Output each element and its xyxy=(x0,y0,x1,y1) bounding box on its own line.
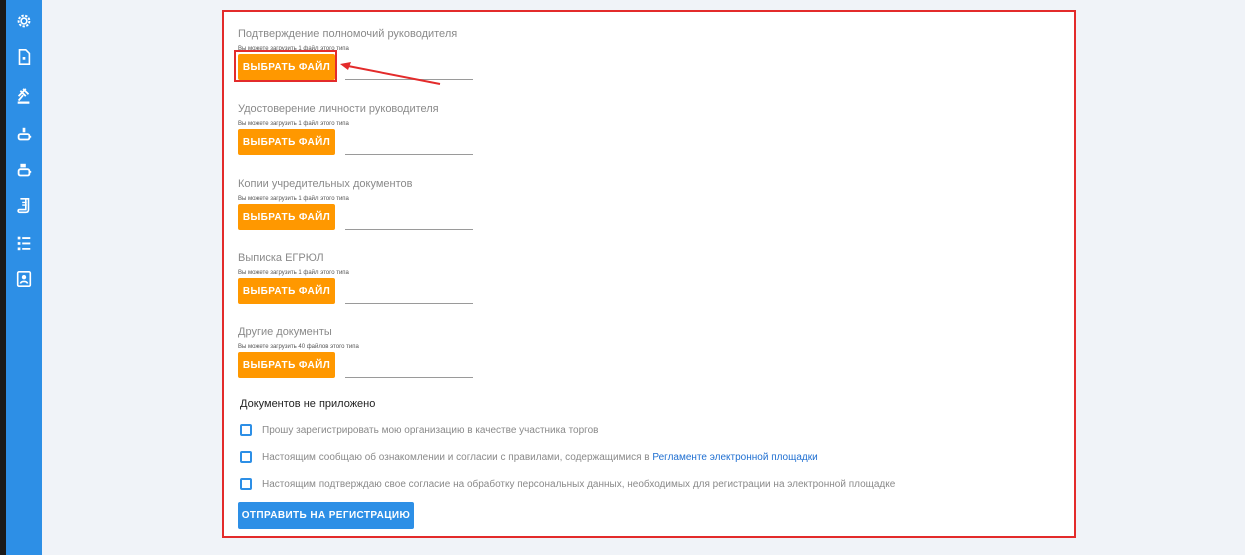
gavel-icon[interactable] xyxy=(13,86,35,108)
doc-title: Выписка ЕГРЮЛ xyxy=(238,252,324,264)
doc-title: Удостоверение личности руководителя xyxy=(238,103,439,115)
doc-hint: Вы можете загрузить 1 файл этого типа xyxy=(238,196,349,202)
rules-checkbox[interactable] xyxy=(240,451,252,463)
regulations-link[interactable]: Регламенте электронной площадки xyxy=(652,452,817,463)
file-name-field[interactable] xyxy=(345,303,473,304)
contacts-icon[interactable] xyxy=(13,268,35,290)
doc-title: Подтверждение полномочий руководителя xyxy=(238,28,458,40)
file-name-field[interactable] xyxy=(345,154,473,155)
choose-file-button[interactable]: ВЫБРАТЬ ФАЙЛ xyxy=(238,278,335,304)
tag-icon[interactable] xyxy=(13,160,35,182)
doc-hint: Вы можете загрузить 1 файл этого типа xyxy=(238,270,349,276)
check-personal-data: Настоящим подтверждаю свое согласие на о… xyxy=(240,476,895,492)
check-label: Прошу зарегистрировать мою организацию в… xyxy=(262,424,599,436)
check-rules: Настоящим сообщаю об ознакомлении и согл… xyxy=(240,449,818,465)
doc-block-other: Другие документы Вы можете загрузить 40 … xyxy=(238,325,638,378)
choose-file-button[interactable]: ВЫБРАТЬ ФАЙЛ xyxy=(238,204,335,230)
doc-hint: Вы можете загрузить 40 файлов этого типа xyxy=(238,344,359,350)
check-label: Настоящим подтверждаю свое согласие на о… xyxy=(262,478,896,490)
doc-block-identity: Удостоверение личности руководителя Вы м… xyxy=(238,102,638,155)
register-checkbox[interactable] xyxy=(240,424,252,436)
file-name-field[interactable] xyxy=(345,229,473,230)
doc-block-charter: Копии учредительных документов Вы можете… xyxy=(238,177,638,230)
file-name-field[interactable] xyxy=(345,377,473,378)
gear-icon[interactable] xyxy=(13,10,35,32)
registration-form: Подтверждение полномочий руководителя Вы… xyxy=(222,10,1076,538)
list-icon[interactable] xyxy=(13,232,35,254)
doc-hint: Вы можете загрузить 1 файл этого типа xyxy=(238,46,349,52)
personal-data-checkbox[interactable] xyxy=(240,478,252,490)
file-icon[interactable] xyxy=(13,46,35,68)
annotation-arrow xyxy=(340,62,441,85)
submit-registration-button[interactable]: ОТПРАВИТЬ НА РЕГИСТРАЦИЮ xyxy=(238,502,414,529)
doc-block-authority: Подтверждение полномочий руководителя Вы… xyxy=(234,27,638,85)
scroll-icon[interactable] xyxy=(13,195,35,217)
choose-file-button[interactable]: ВЫБРАТЬ ФАЙЛ xyxy=(238,352,335,378)
sidebar xyxy=(6,0,42,555)
choose-file-button[interactable]: ВЫБРАТЬ ФАЙЛ xyxy=(238,54,335,80)
doc-title: Другие документы xyxy=(238,326,332,338)
doc-title: Копии учредительных документов xyxy=(238,178,413,190)
docs-attached-status: Документов не приложено xyxy=(240,398,376,410)
check-label: Настоящим сообщаю об ознакомлении и согл… xyxy=(262,451,818,463)
choose-file-button[interactable]: ВЫБРАТЬ ФАЙЛ xyxy=(238,129,335,155)
doc-block-egrul: Выписка ЕГРЮЛ Вы можете загрузить 1 файл… xyxy=(238,251,638,304)
doc-hint: Вы можете загрузить 1 файл этого типа xyxy=(238,121,349,127)
pawn-icon[interactable] xyxy=(13,124,35,146)
check-register: Прошу зарегистрировать мою организацию в… xyxy=(240,422,598,438)
